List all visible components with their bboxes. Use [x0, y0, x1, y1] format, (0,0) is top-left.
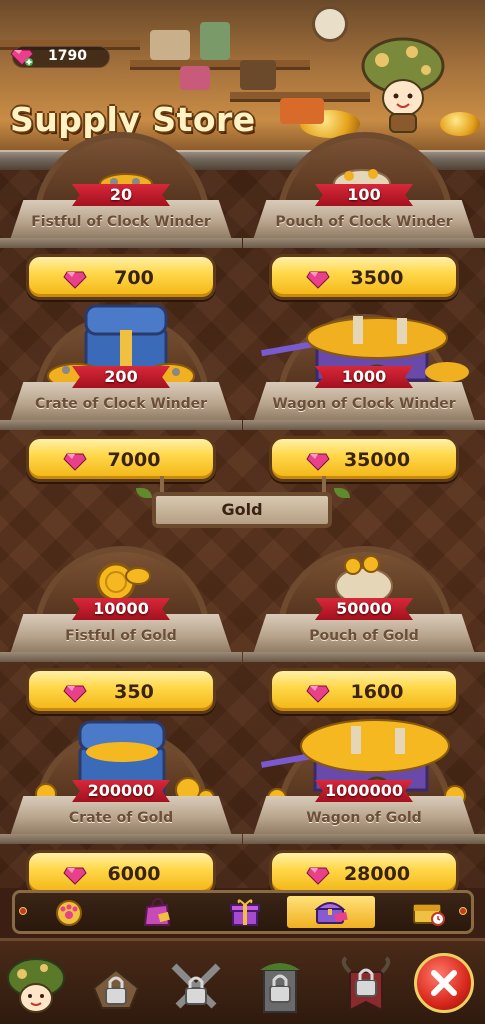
item-price: 3500 [350, 267, 404, 289]
buy-button[interactable]: 3500 [269, 254, 459, 300]
gem-icon [63, 685, 87, 703]
store-item: 100 Pouch of Clock Winder 3500 [243, 126, 485, 306]
locked-swords-icon [171, 963, 221, 1009]
nav-banner-locked[interactable] [334, 955, 398, 1019]
buy-button[interactable]: 35000 [269, 436, 459, 482]
item-name: Wagon of Gold [306, 810, 422, 826]
tab-paw-medal[interactable] [39, 896, 99, 928]
locked-horns-banner-icon [341, 956, 391, 1012]
item-name: Wagon of Clock Winder [272, 396, 456, 412]
header-decor [200, 22, 230, 60]
item-name: Fistful of Clock Winder [31, 214, 211, 230]
shelf-lip [0, 238, 242, 248]
item-quantity: 1000000 [325, 781, 403, 800]
gem-plus-icon[interactable] [10, 44, 34, 66]
shelf-lip [243, 420, 485, 430]
store-item: 1000 Wagon of Clock Winder 35000 [243, 308, 485, 488]
mushroom-mascot-icon [361, 37, 445, 133]
mushroom-hero-icon [7, 958, 65, 1013]
item-price: 6000 [107, 863, 161, 885]
item-price: 28000 [343, 863, 411, 885]
section-title-gold: Gold [152, 492, 332, 528]
treasure-chest-icon [314, 902, 348, 924]
item-price: 35000 [343, 449, 411, 471]
item-price: 350 [114, 681, 154, 703]
item-price: 1600 [350, 681, 404, 703]
item-name: Fistful of Gold [65, 628, 177, 644]
leaf-decor [136, 488, 152, 498]
store-item: 10000 Fistful of Gold 350 [0, 540, 242, 720]
store-item: 50000 Pouch of Gold 1600 [243, 540, 485, 720]
tab-bar-end-decor [19, 907, 27, 915]
gem-count: 1790 [48, 48, 87, 64]
buy-button[interactable]: 7000 [26, 436, 216, 482]
locked-tower-icon [260, 963, 300, 1013]
store-item: 200 Crate of Clock Winder 7000 [0, 304, 242, 488]
bottom-navigation [0, 938, 485, 1024]
shelf-lip [243, 652, 485, 662]
gem-icon [306, 453, 330, 471]
gem-icon [306, 867, 330, 885]
item-name: Crate of Gold [68, 810, 174, 826]
item-quantity: 10000 [93, 599, 149, 618]
item-name: Pouch of Gold [309, 628, 419, 644]
nav-tower-locked[interactable] [248, 955, 312, 1019]
buy-button[interactable]: 350 [26, 668, 216, 714]
shelf-lip [0, 420, 242, 430]
paw-medal-icon [56, 900, 82, 926]
gold-pouch-icon [335, 555, 393, 604]
nav-hero[interactable] [4, 955, 68, 1019]
gem-icon [306, 685, 330, 703]
store-grid: 20 Fistful of Clock Winder 700 100 Pouch… [0, 132, 485, 896]
header-decor [240, 60, 276, 90]
item-quantity: 200 [104, 367, 138, 386]
header-decor [280, 98, 324, 124]
close-icon [431, 970, 457, 996]
store-tab-bar [12, 890, 474, 934]
item-quantity: 50000 [336, 599, 392, 618]
leaf-decor [334, 488, 350, 498]
gem-icon [63, 453, 87, 471]
timed-chest-icon [413, 904, 445, 926]
item-quantity: 200000 [87, 781, 155, 800]
item-name: Crate of Clock Winder [34, 396, 208, 412]
gem-icon [63, 271, 87, 289]
header-decor [150, 30, 190, 60]
store-item: 200000 Crate of Gold 6000 [0, 720, 242, 902]
item-price: 700 [114, 267, 154, 289]
gem-icon [306, 271, 330, 289]
nav-paw-locked[interactable] [84, 955, 148, 1019]
shopping-bag-icon [143, 897, 171, 926]
close-button[interactable] [414, 953, 474, 1013]
shelf-lip [0, 652, 242, 662]
item-name: Pouch of Clock Winder [275, 214, 453, 230]
tab-bar-end-decor [459, 907, 467, 915]
header-decor [180, 66, 210, 90]
nav-swords-locked[interactable] [164, 955, 228, 1019]
header-shelf [130, 60, 310, 70]
tab-shopping-bag[interactable] [127, 896, 187, 928]
wall-clock [312, 6, 348, 42]
shelf-lip [0, 834, 242, 844]
tab-treasure-chest[interactable] [287, 896, 375, 928]
item-quantity: 100 [347, 185, 381, 204]
item-price: 7000 [107, 449, 161, 471]
store-item: 20 Fistful of Clock Winder 700 [0, 126, 242, 306]
buy-button[interactable]: 1600 [269, 668, 459, 714]
buy-button[interactable]: 700 [26, 254, 216, 300]
gift-box-icon [230, 899, 260, 926]
shelf-lip [243, 834, 485, 844]
locked-paw-icon [92, 968, 140, 1009]
tab-gift-box[interactable] [215, 896, 275, 928]
item-quantity: 20 [109, 185, 133, 204]
tab-timed-chest[interactable] [399, 896, 459, 928]
item-quantity: 1000 [341, 367, 387, 386]
gem-icon [63, 867, 87, 885]
shelf-lip [243, 238, 485, 248]
store-item: 1000000 Wagon of Gold 28000 [243, 719, 485, 902]
